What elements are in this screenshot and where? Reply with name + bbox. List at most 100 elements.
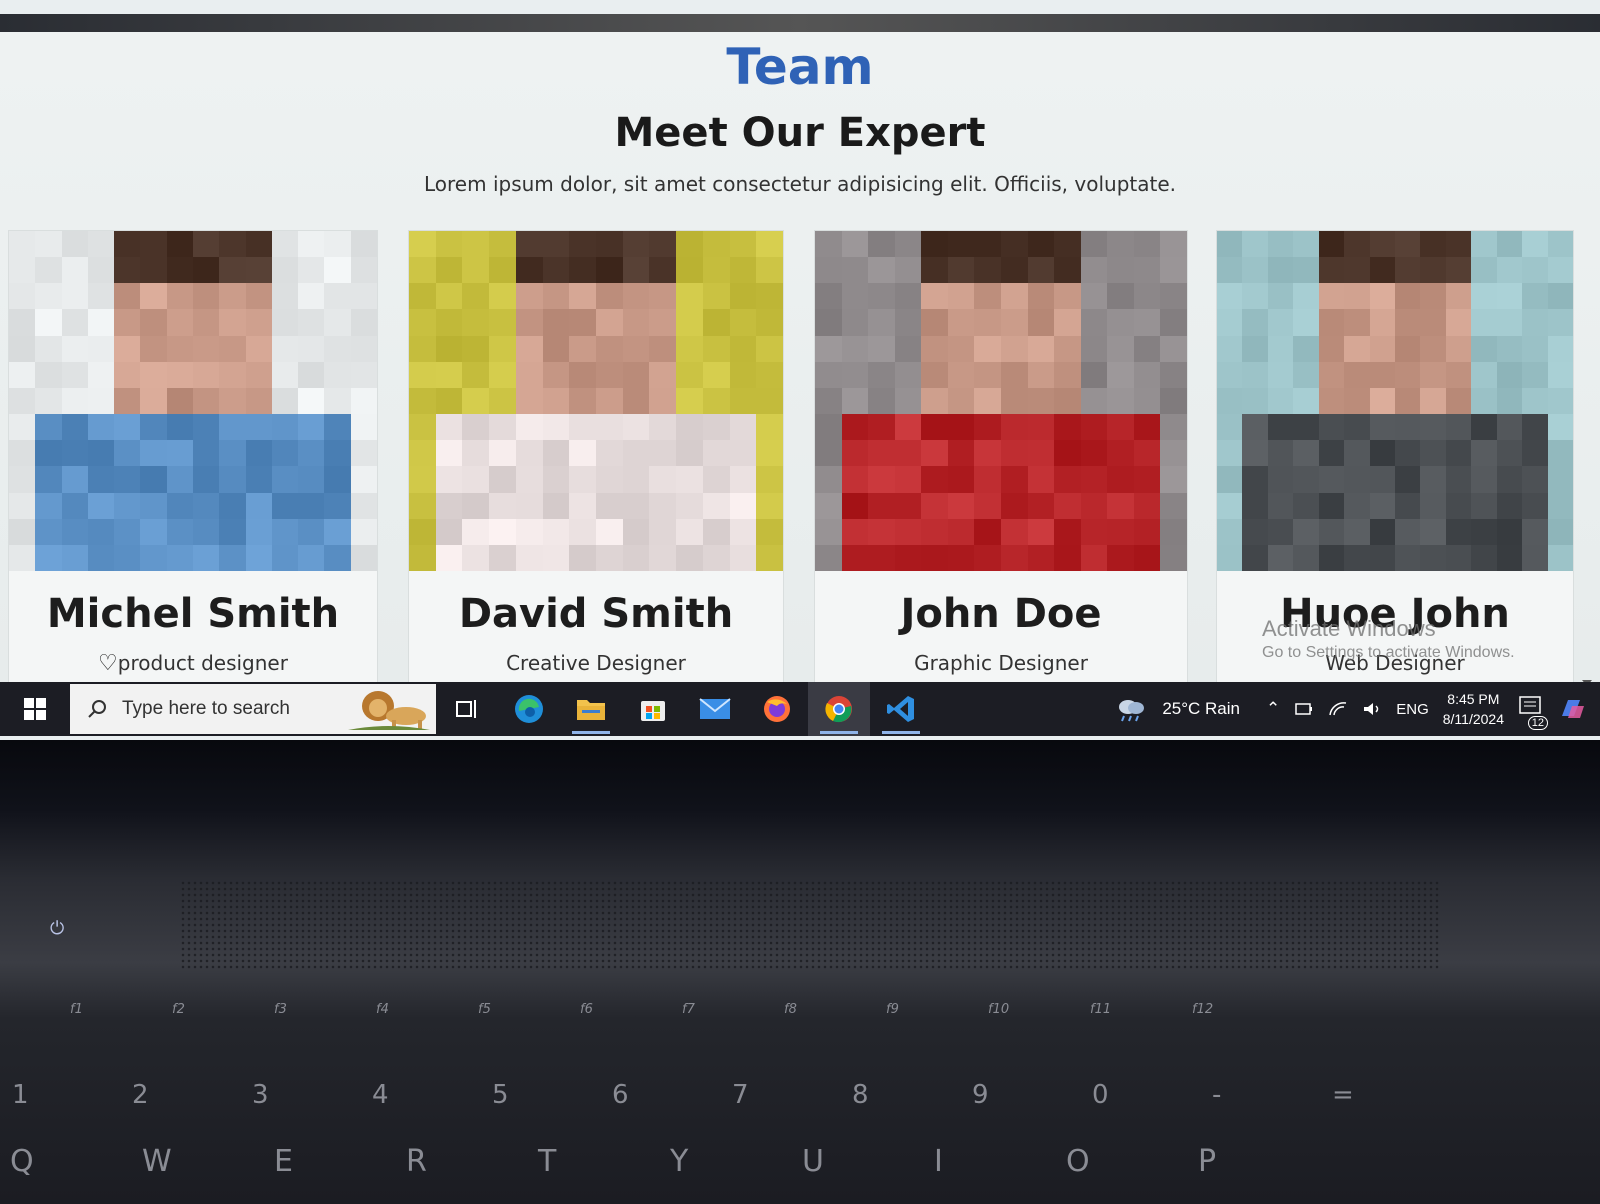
photo-pixel: [298, 544, 325, 571]
photo-pixel: [1369, 440, 1395, 467]
team-card[interactable]: David Smith Creative Designer: [408, 230, 784, 690]
photo-pixel: [1445, 283, 1472, 310]
photo-pixel: [569, 518, 596, 545]
team-card[interactable]: Huoe John Web Designer: [1216, 230, 1574, 690]
team-card[interactable]: Michel Smith ♡product designer: [8, 230, 378, 690]
language-indicator[interactable]: ENG: [1396, 701, 1429, 718]
photo-pixel: [815, 414, 842, 441]
photo-pixel: [271, 440, 299, 467]
photo-pixel: [1160, 309, 1187, 336]
photo-pixel: [868, 309, 895, 336]
photo-pixel: [462, 361, 490, 388]
task-view-button[interactable]: [436, 682, 498, 736]
photo-pixel: [947, 283, 975, 310]
edge-button[interactable]: [498, 682, 560, 736]
photo-pixel: [542, 231, 570, 258]
photo-pixel: [462, 544, 490, 571]
photo-pixel: [1445, 361, 1472, 388]
photo-pixel: [219, 257, 246, 284]
photo-pixel: [1420, 492, 1446, 519]
photo-pixel: [1217, 231, 1243, 258]
photo-pixel: [140, 387, 167, 415]
photo-pixel: [35, 257, 62, 284]
photo-pixel: [1267, 414, 1294, 441]
photo-pixel: [1107, 283, 1134, 310]
photo-pixel: [1445, 492, 1472, 519]
photo-pixel: [435, 414, 463, 441]
firefox-button[interactable]: [746, 682, 808, 736]
heart-icon[interactable]: ♡: [98, 651, 118, 676]
photo-pixel: [622, 231, 650, 258]
team-card[interactable]: John Doe Graphic Designer: [814, 230, 1188, 690]
photo-pixel: [868, 440, 895, 467]
photo-pixel: [1445, 335, 1472, 362]
photo-pixel: [245, 361, 272, 388]
photo-pixel: [921, 544, 948, 571]
photo-pixel: [1471, 387, 1497, 415]
store-button[interactable]: [622, 682, 684, 736]
photo-pixel: [649, 335, 677, 362]
photo-pixel: [974, 466, 1001, 493]
photo-pixel: [462, 335, 490, 362]
photo-pixel: [515, 231, 543, 258]
photo-pixel: [1344, 231, 1370, 258]
photo-pixel: [61, 518, 88, 545]
photo-pixel: [868, 414, 895, 441]
photo-pixel: [868, 387, 895, 415]
active-indicator: [572, 731, 610, 734]
volume-icon[interactable]: [1362, 701, 1382, 717]
photo-pixel: [815, 335, 842, 362]
clock[interactable]: 8:45 PM 8/11/2024: [1443, 689, 1504, 729]
copilot-icon[interactable]: [1558, 696, 1586, 722]
file-explorer-button[interactable]: [560, 682, 622, 736]
photo-pixel: [515, 361, 543, 388]
start-button[interactable]: [0, 682, 70, 736]
weather-text[interactable]: 25°C Rain: [1162, 699, 1240, 719]
photo-pixel: [649, 231, 677, 258]
photo-pixel: [894, 518, 922, 545]
photo-pixel: [1471, 544, 1497, 571]
photo-pixel: [1160, 414, 1187, 441]
photo-pixel: [974, 440, 1001, 467]
chevron-up-icon[interactable]: ⌃: [1266, 699, 1280, 719]
power-icon[interactable]: ⏻: [50, 918, 84, 940]
photo-pixel: [1344, 387, 1370, 415]
photo-pixel: [569, 309, 596, 336]
vscode-button[interactable]: [870, 682, 932, 736]
photo-pixel: [1267, 387, 1294, 415]
keycap-label: 1: [12, 1080, 29, 1110]
photo-pixel: [1369, 335, 1395, 362]
wifi-icon[interactable]: [1328, 701, 1348, 717]
battery-icon[interactable]: [1294, 701, 1314, 717]
photo-pixel: [1522, 361, 1548, 388]
photo-pixel: [868, 361, 895, 388]
photo-pixel: [350, 283, 377, 310]
photo-pixel: [1267, 335, 1294, 362]
photo-pixel: [298, 440, 325, 467]
photo-pixel: [1133, 335, 1161, 362]
photo-pixel: [245, 414, 272, 441]
photo-pixel: [921, 387, 948, 415]
photo-pixel: [1242, 335, 1268, 362]
photo-pixel: [1522, 231, 1548, 258]
photo-pixel: [974, 544, 1001, 571]
keycap-label: f3: [274, 1002, 287, 1017]
photo-pixel: [219, 414, 246, 441]
rain-cloud-icon[interactable]: [1114, 695, 1148, 723]
photo-pixel: [1080, 544, 1108, 571]
photo-pixel: [1522, 440, 1548, 467]
photo-pixel: [1242, 309, 1268, 336]
photo-pixel: [974, 361, 1001, 388]
taskbar-search-box[interactable]: Type here to search: [70, 684, 436, 734]
photo-pixel: [1054, 309, 1081, 336]
mail-button[interactable]: [684, 682, 746, 736]
chrome-button[interactable]: [808, 682, 870, 736]
photo-pixel: [894, 414, 922, 441]
photo-pixel: [1344, 257, 1370, 284]
keycap-label: 4: [372, 1080, 389, 1110]
notification-center-button[interactable]: 12: [1518, 695, 1548, 730]
keycap-label: 8: [852, 1080, 869, 1110]
photo-pixel: [87, 544, 115, 571]
photo-pixel: [1369, 231, 1395, 258]
photo-pixel: [1160, 335, 1187, 362]
